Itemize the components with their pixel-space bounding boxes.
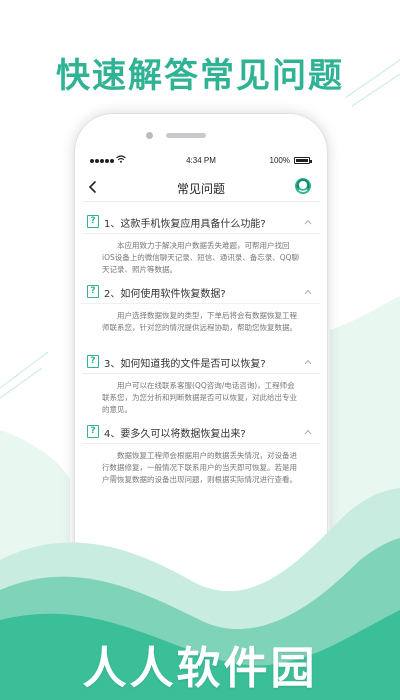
wave-decoration bbox=[0, 488, 400, 700]
brand-watermark: 人人软件园 bbox=[82, 643, 318, 694]
